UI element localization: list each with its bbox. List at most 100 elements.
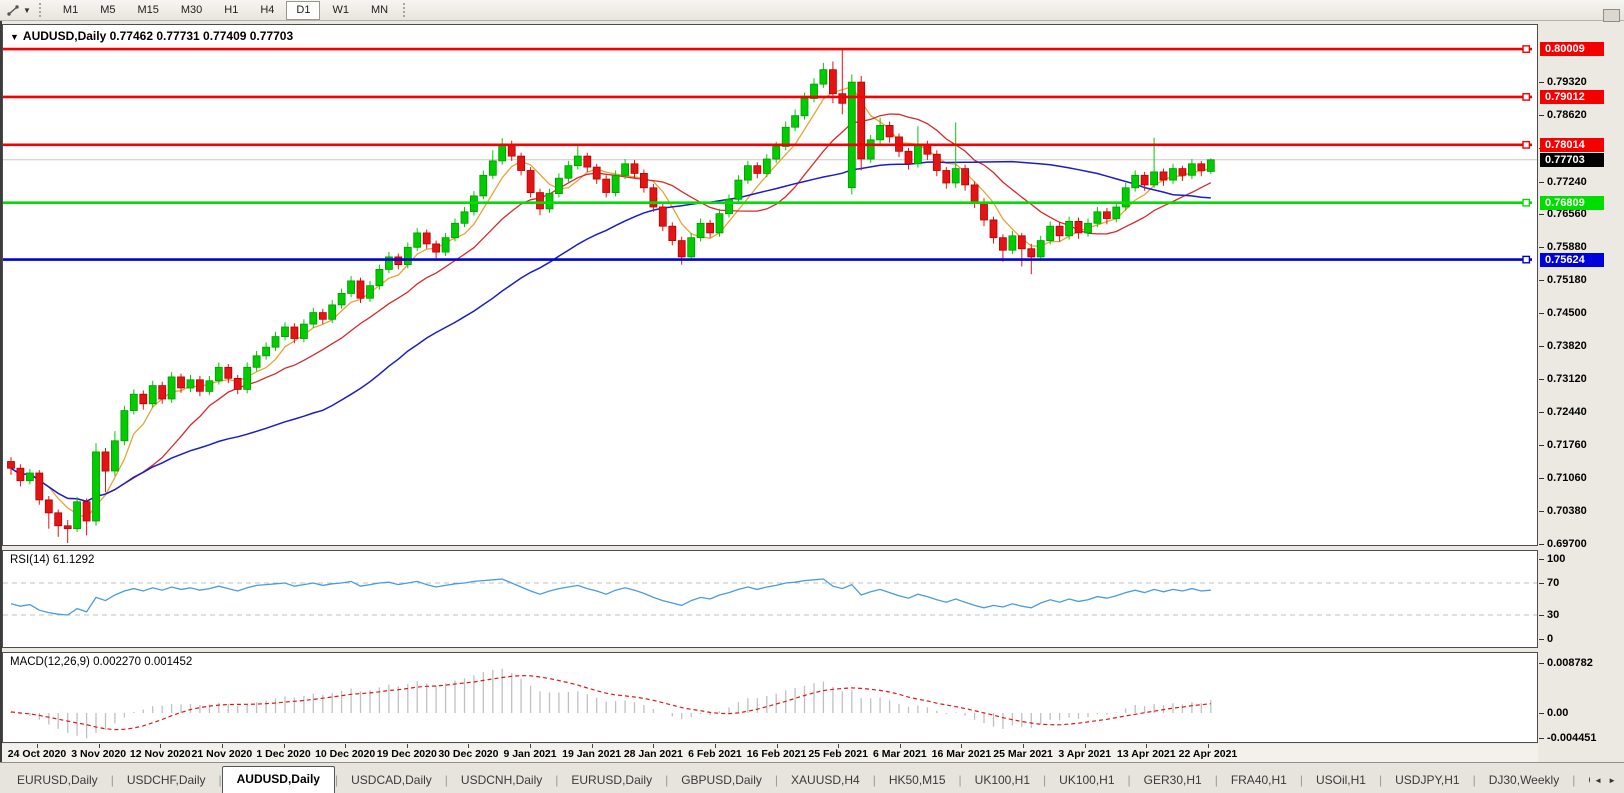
macd-signal-value: 0.001452 [144, 656, 192, 668]
time-axis-label: 21 Nov 2020 [192, 748, 253, 760]
rsi-axis-tick [1539, 639, 1544, 640]
time-axis-label: 25 Mar 2021 [993, 748, 1053, 760]
price-axis-tick [1539, 412, 1544, 413]
time-axis-label: 30 Dec 2020 [438, 748, 498, 760]
rsi-indicator-value: 61.1292 [53, 554, 95, 566]
timeframe-button-m5[interactable]: M5 [90, 1, 125, 20]
hline-price-badge: 0.75624 [1540, 253, 1604, 267]
time-axis-label: 12 Nov 2020 [130, 748, 191, 760]
tab-china300-h1[interactable]: CHINA300,H1 [1575, 769, 1590, 793]
symbol-tab-bar: EURUSD,Daily|USDCHF,Daily|AUDUSD,Daily|U… [0, 762, 1624, 793]
rsi-axis-tick [1539, 583, 1544, 584]
time-axis-label: 10 Dec 2020 [315, 748, 375, 760]
chart-title: ▼AUDUSD,Daily 0.77462 0.77731 0.77409 0.… [10, 29, 293, 43]
macd-canvas[interactable] [3, 653, 1537, 742]
tab-fra40-h1[interactable]: FRA40,H1 [1218, 769, 1300, 793]
rsi-indicator-name: RSI(14) [10, 554, 50, 566]
time-axis-label: 1 Dec 2020 [256, 748, 310, 760]
timeframe-button-mn[interactable]: MN [361, 1, 398, 20]
time-axis-label: 9 Jan 2021 [503, 748, 556, 760]
macd-axis-label: 0.008782 [1547, 657, 1593, 670]
tab-audusd-daily[interactable]: AUDUSD,Daily [222, 766, 335, 793]
price-axis-tick [1539, 280, 1544, 281]
macd-axis-tick [1539, 738, 1544, 739]
price-axis-tick [1539, 544, 1544, 545]
price-axis-tick [1539, 511, 1544, 512]
tabs-scroll-left-icon[interactable]: ◄ [1594, 776, 1602, 785]
timeframe-buttons: M1M5M15M30H1H4D1W1MN [52, 1, 399, 20]
tab-ger30-h1[interactable]: GER30,H1 [1131, 769, 1215, 793]
tab-dj30-weekly[interactable]: DJ30,Weekly [1476, 769, 1572, 793]
chart-corner-button[interactable] [1603, 9, 1620, 22]
time-axis-label: 28 Jan 2021 [624, 748, 683, 760]
collapse-arrow-icon[interactable]: ▼ [10, 32, 23, 42]
timeframe-button-w1[interactable]: W1 [322, 1, 359, 20]
chart-ohlc-values: 0.77462 0.77731 0.77409 0.77703 [110, 29, 294, 43]
timeframe-button-m1[interactable]: M1 [53, 1, 88, 20]
timeframe-button-m15[interactable]: M15 [127, 1, 168, 20]
toolbar-grip[interactable] [39, 3, 44, 17]
rsi-canvas[interactable] [3, 551, 1537, 647]
symbol-tabs: EURUSD,Daily|USDCHF,Daily|AUDUSD,Daily|U… [4, 766, 1590, 793]
time-axis[interactable]: 24 Oct 20203 Nov 202012 Nov 202021 Nov 2… [2, 744, 1538, 762]
tab-usdchf-daily[interactable]: USDCHF,Daily [114, 769, 219, 793]
timeframe-button-h1[interactable]: H1 [214, 1, 248, 20]
price-chart-canvas[interactable] [3, 25, 1537, 545]
tab-eurusd-daily[interactable]: EURUSD,Daily [4, 769, 111, 793]
price-chart-pane[interactable]: ▼AUDUSD,Daily 0.77462 0.77731 0.77409 0.… [2, 24, 1538, 546]
price-axis-tick [1539, 346, 1544, 347]
rsi-axis-tick [1539, 559, 1544, 560]
price-axis-label: 0.71060 [1547, 472, 1587, 485]
price-axis-label: 0.69700 [1547, 538, 1587, 551]
price-axis-tick [1539, 148, 1544, 149]
time-axis-label: 19 Jan 2021 [562, 748, 621, 760]
time-axis-label: 6 Mar 2021 [873, 748, 927, 760]
toolbar-grip-right[interactable] [403, 3, 408, 17]
price-axis-label: 0.77940 [1547, 142, 1587, 155]
price-axis-label: 0.78620 [1547, 109, 1587, 122]
price-axis-label: 0.75180 [1547, 274, 1587, 287]
time-axis-label: 6 Feb 2021 [688, 748, 742, 760]
line-tools-icon[interactable] [4, 3, 22, 18]
hline-price-badge: 0.78014 [1540, 138, 1604, 152]
tab-usoil-h1[interactable]: USOil,H1 [1303, 769, 1379, 793]
line-tools-caret-icon[interactable]: ▼ [22, 6, 35, 15]
chart-symbol-label: AUDUSD,Daily [23, 29, 106, 43]
price-axis-label: 0.71760 [1547, 439, 1587, 452]
macd-axis-tick [1539, 663, 1544, 664]
price-axis-label: 0.70380 [1547, 505, 1587, 518]
timeframe-button-m30[interactable]: M30 [171, 1, 212, 20]
tab-usdcnh-daily[interactable]: USDCNH,Daily [448, 769, 555, 793]
timeframe-button-d1[interactable]: D1 [286, 1, 320, 20]
hline-price-badge: 0.80009 [1540, 42, 1604, 56]
time-axis-label: 13 Apr 2021 [1117, 748, 1176, 760]
price-axis-tick [1539, 82, 1544, 83]
rsi-axis-label: 100 [1547, 553, 1565, 566]
macd-pane[interactable]: MACD(12,26,9) 0.002270 0.001452 [2, 652, 1538, 743]
price-axis-tick [1539, 247, 1544, 248]
tabs-scroll-right-icon[interactable]: ► [1608, 776, 1616, 785]
price-axis-label: 0.73120 [1547, 373, 1587, 386]
tab-uk100-h1[interactable]: UK100,H1 [1046, 769, 1127, 793]
timeframe-button-h4[interactable]: H4 [250, 1, 284, 20]
time-axis-label: 3 Apr 2021 [1058, 748, 1111, 760]
price-axis-tick [1539, 379, 1544, 380]
current-price-badge: 0.77703 [1540, 153, 1604, 167]
tab-uk100-h1[interactable]: UK100,H1 [962, 769, 1043, 793]
tab-xauusd-h4[interactable]: XAUUSD,H4 [778, 769, 873, 793]
mt4-window: ▼ M1M5M15M30H1H4D1W1MN ▼AUDUSD,Daily 0.7… [0, 0, 1624, 793]
rsi-label: RSI(14) 61.1292 [10, 554, 94, 566]
tab-eurusd-daily[interactable]: EURUSD,Daily [558, 769, 665, 793]
price-axis-label: 0.73820 [1547, 340, 1587, 353]
macd-axis-label: 0.00 [1547, 707, 1568, 720]
tab-usdcad-daily[interactable]: USDCAD,Daily [338, 769, 445, 793]
price-axis-tick [1539, 115, 1544, 116]
tab-gbpusd-daily[interactable]: GBPUSD,Daily [668, 769, 775, 793]
time-axis-label: 19 Dec 2020 [377, 748, 437, 760]
macd-label: MACD(12,26,9) 0.002270 0.001452 [10, 656, 192, 668]
tab-hk50-m15[interactable]: HK50,M15 [876, 769, 959, 793]
tab-usdjpy-h1[interactable]: USDJPY,H1 [1382, 769, 1472, 793]
price-axis-tick [1539, 478, 1544, 479]
price-axis-tick [1539, 182, 1544, 183]
rsi-pane[interactable]: RSI(14) 61.1292 [2, 550, 1538, 648]
